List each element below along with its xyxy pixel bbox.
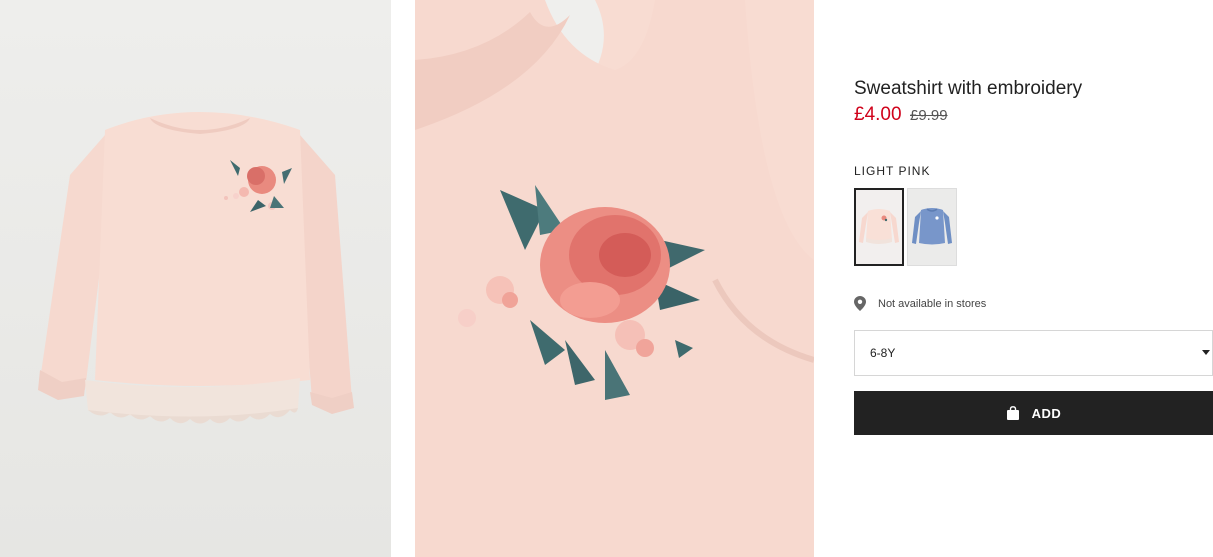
location-pin-icon [854, 296, 866, 311]
shopping-bag-icon [1006, 406, 1019, 420]
add-button-label: ADD [1031, 405, 1062, 421]
product-title: Sweatshirt with embroidery [854, 78, 1083, 99]
store-availability-text: Not available in stores [878, 297, 987, 310]
product-image-main[interactable] [0, 0, 391, 557]
store-availability: Not available in stores [854, 296, 986, 311]
size-select[interactable]: 6-8Y [854, 330, 1213, 376]
product-image-detail[interactable] [415, 0, 814, 557]
sale-price: £4.00 [854, 104, 902, 125]
size-select-value: 6-8Y [870, 346, 896, 360]
add-to-bag-button[interactable]: ADD [854, 391, 1213, 435]
product-page: Sweatshirt with embroidery £4.00 £9.99 L… [0, 0, 1213, 557]
price-row: £4.00 £9.99 [854, 104, 948, 126]
product-info-panel: Sweatshirt with embroidery £4.00 £9.99 L… [854, 0, 1213, 557]
color-swatch-light-pink[interactable] [854, 188, 904, 266]
color-swatch-blue[interactable] [907, 188, 957, 266]
original-price: £9.99 [910, 107, 948, 124]
chevron-down-icon [1202, 350, 1210, 355]
selected-color-label: LIGHT PINK [854, 164, 931, 178]
